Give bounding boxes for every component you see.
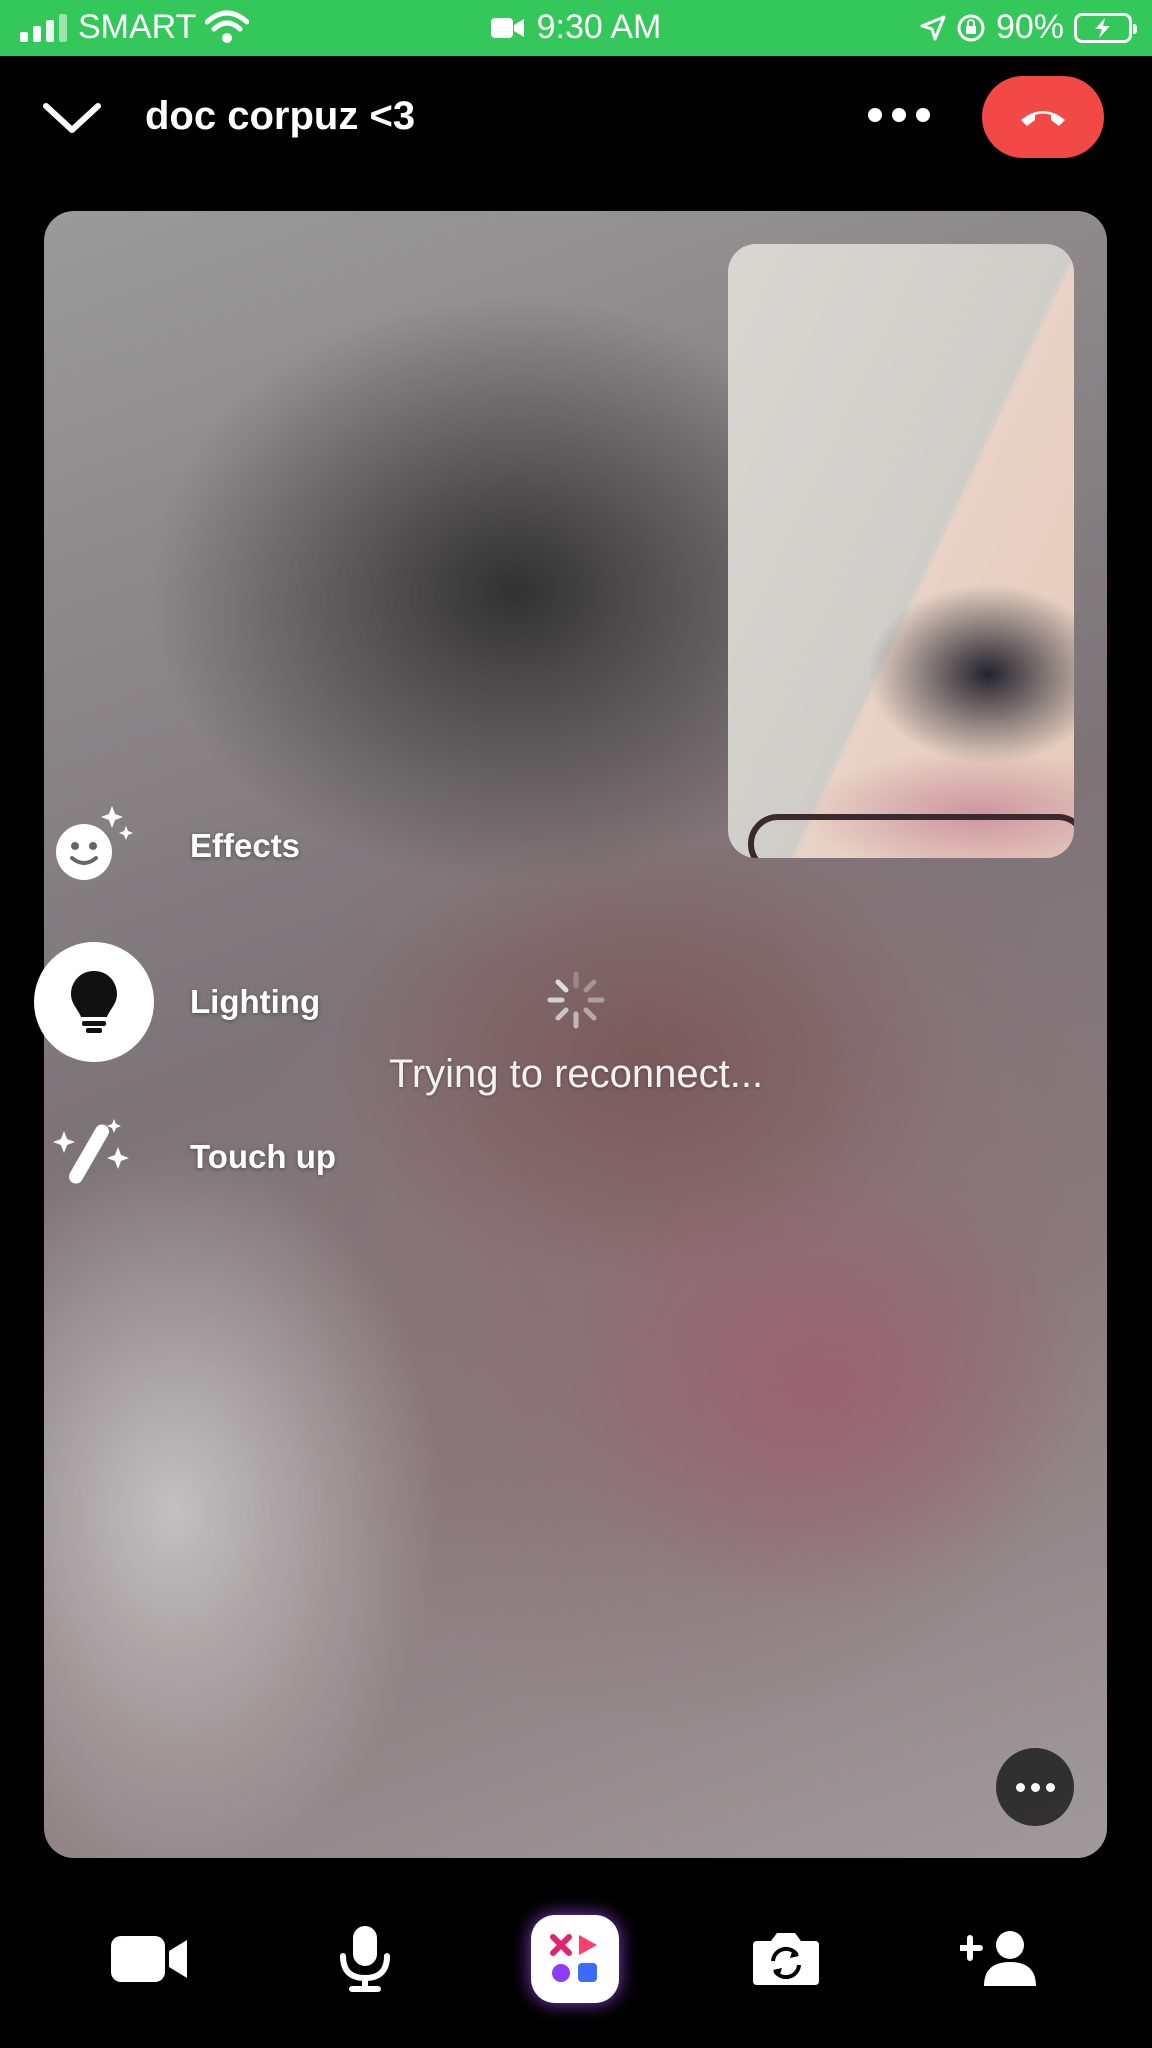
self-view-glasses xyxy=(748,814,1074,858)
microphone-icon xyxy=(340,1926,390,1992)
location-icon xyxy=(920,15,946,40)
contact-name: doc corpuz <3 xyxy=(145,94,416,138)
apps-icon xyxy=(550,1934,597,1982)
lightbulb-icon xyxy=(71,971,117,1033)
hang-up-icon xyxy=(1021,111,1065,126)
flip-camera-button[interactable] xyxy=(748,1915,824,2003)
loading-spinner-icon xyxy=(547,971,605,1029)
add-person-icon xyxy=(960,1931,1036,1986)
effects-button[interactable]: Effects xyxy=(34,786,300,906)
battery-percent: 90% xyxy=(995,8,1064,46)
magic-wand-icon xyxy=(53,1119,129,1184)
touch-up-button[interactable]: Touch up xyxy=(34,1097,336,1217)
rotation-lock-icon xyxy=(957,14,985,41)
camera-toggle-button[interactable] xyxy=(110,1915,190,2003)
video-camera-icon xyxy=(111,1936,187,1982)
video-more-button[interactable] xyxy=(996,1748,1074,1826)
touch-up-label: Touch up xyxy=(190,1138,337,1175)
microphone-button[interactable] xyxy=(330,1915,400,2003)
chevron-down-icon xyxy=(43,103,101,133)
lighting-label: Lighting xyxy=(190,983,321,1020)
more-options-button[interactable] xyxy=(868,108,932,128)
self-view-video[interactable] xyxy=(728,244,1074,858)
apps-button[interactable] xyxy=(531,1915,619,2003)
reconnect-status: Trying to reconnect... xyxy=(388,1052,764,1096)
battery-icon xyxy=(1074,12,1137,43)
minimize-button[interactable] xyxy=(40,96,104,140)
add-people-button[interactable] xyxy=(958,1915,1042,2003)
call-header: doc corpuz <3 xyxy=(0,56,1152,176)
end-call-button[interactable] xyxy=(982,76,1104,158)
clock: 9:30 AM xyxy=(536,8,662,46)
lighting-button[interactable]: Lighting xyxy=(34,942,320,1062)
smiley-sparkle-icon xyxy=(56,806,133,880)
video-indicator-icon xyxy=(490,17,524,38)
status-bar: SMART 9:30 AM 90% xyxy=(0,0,1152,56)
flip-camera-icon xyxy=(753,1933,819,1985)
effects-label: Effects xyxy=(190,827,301,864)
